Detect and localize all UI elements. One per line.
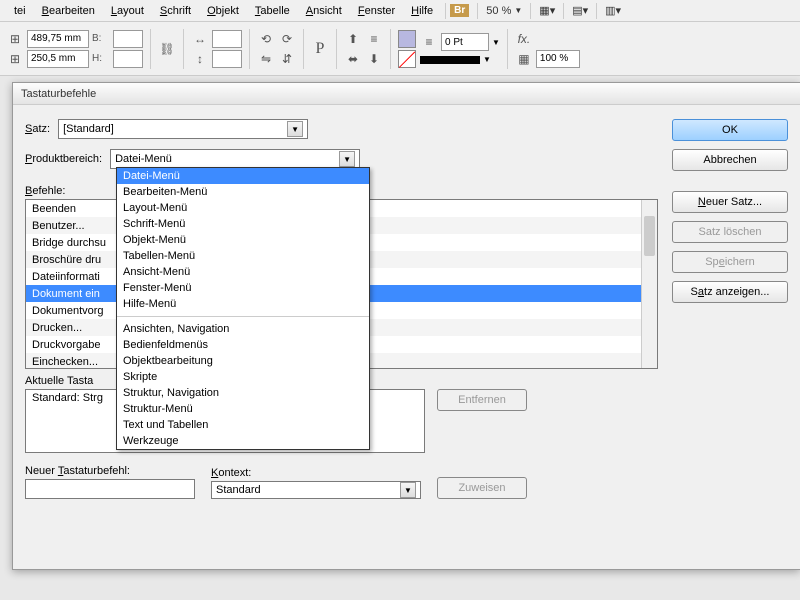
x-pos-field[interactable]: 489,75 mm: [27, 30, 89, 48]
control-toolbar: ⊞ 489,75 mm B: ⊞ 250,5 mm H: ⛓ ↔ ↕ ⟲ ⟳: [0, 22, 800, 76]
rotate-icon[interactable]: ⟲: [257, 30, 275, 48]
dropdown-option[interactable]: Schrift-Menü: [117, 216, 369, 232]
menu-hilfe[interactable]: Hilfe: [403, 2, 441, 20]
paragraph-icon[interactable]: P: [311, 40, 329, 58]
dropdown-option[interactable]: Bearbeiten-Menü: [117, 184, 369, 200]
menu-schrift[interactable]: Schrift: [152, 2, 199, 20]
scale-y-icon: ↕: [191, 50, 209, 68]
ok-button[interactable]: OK: [672, 119, 788, 141]
stroke-style-preview[interactable]: [420, 56, 480, 64]
dropdown-option[interactable]: Layout-Menü: [117, 200, 369, 216]
align-bot-icon[interactable]: ⬇: [365, 50, 383, 68]
abbrechen-button[interactable]: Abbrechen: [672, 149, 788, 171]
menu-layout[interactable]: Layout: [103, 2, 152, 20]
produktbereich-label: Produktbereich:: [25, 153, 102, 165]
opacity-icon: ▦: [515, 50, 533, 68]
scrollbar-thumb[interactable]: [644, 216, 655, 256]
view-mode-3[interactable]: ▥▾: [601, 4, 625, 17]
neuer-befehl-input[interactable]: [25, 479, 195, 499]
dropdown-option[interactable]: Datei-Menü: [117, 168, 369, 184]
neuer-satz-button[interactable]: Neuer Satz...: [672, 191, 788, 213]
neuer-befehl-label: Neuer Tastaturbefehl:: [25, 465, 195, 477]
scale-x-icon: ↔: [191, 30, 209, 48]
stroke-weight-field[interactable]: 0 Pt: [441, 33, 489, 51]
height-field[interactable]: [113, 50, 143, 68]
menu-tabelle[interactable]: Tabelle: [247, 2, 298, 20]
rotate-cw-icon[interactable]: ⟳: [278, 30, 296, 48]
zuweisen-button[interactable]: Zuweisen: [437, 477, 527, 499]
dropdown-option[interactable]: Text und Tabellen: [117, 417, 369, 433]
view-mode-2[interactable]: ▤▾: [568, 4, 592, 17]
width-label: B:: [92, 33, 110, 44]
stroke-weight-icon: ≡: [420, 33, 438, 51]
flip-h-icon[interactable]: ⇋: [257, 50, 275, 68]
x-pos-icon: ⊞: [6, 30, 24, 48]
dropdown-option[interactable]: Objektbearbeitung: [117, 353, 369, 369]
menubar: tei Bearbeiten Layout Schrift Objekt Tab…: [0, 0, 800, 22]
menu-bearbeiten[interactable]: Bearbeiten: [34, 2, 103, 20]
options-divider: [117, 316, 369, 317]
entfernen-button[interactable]: Entfernen: [437, 389, 527, 411]
menu-ansicht[interactable]: Ansicht: [298, 2, 350, 20]
dropdown-option[interactable]: Werkzeuge: [117, 433, 369, 449]
y-pos-icon: ⊞: [6, 50, 24, 68]
y-pos-field[interactable]: 250,5 mm: [27, 50, 89, 68]
align-top-icon[interactable]: ⬆: [344, 30, 362, 48]
scale-x-field[interactable]: [212, 30, 242, 48]
satz-label: Satz:: [25, 123, 50, 135]
menu-objekt[interactable]: Objekt: [199, 2, 247, 20]
dropdown-option[interactable]: Objekt-Menü: [117, 232, 369, 248]
kontext-dropdown[interactable]: Standard ▼: [211, 481, 421, 499]
dropdown-option[interactable]: Ansicht-Menü: [117, 264, 369, 280]
dropdown-option[interactable]: Ansichten, Navigation: [117, 321, 369, 337]
bridge-badge[interactable]: Br: [450, 4, 469, 17]
scale-y-field[interactable]: [212, 50, 242, 68]
link-icon[interactable]: ⛓: [158, 40, 176, 58]
dropdown-option[interactable]: Tabellen-Menü: [117, 248, 369, 264]
menu-fenster[interactable]: Fenster: [350, 2, 403, 20]
dropdown-arrow-icon: ▼: [287, 121, 303, 137]
align-mid-icon[interactable]: ⬌: [344, 50, 362, 68]
opacity-field[interactable]: 100 %: [536, 50, 580, 68]
fx-icon[interactable]: fx.: [515, 30, 533, 48]
flip-v-icon[interactable]: ⇵: [278, 50, 296, 68]
dropdown-arrow-icon: ▼: [339, 151, 355, 167]
satz-dropdown[interactable]: [Standard] ▼: [58, 119, 308, 139]
dropdown-option[interactable]: Bedienfeldmenüs: [117, 337, 369, 353]
dropdown-option[interactable]: Skripte: [117, 369, 369, 385]
dropdown-option[interactable]: Hilfe-Menü: [117, 296, 369, 312]
stroke-swatch[interactable]: [398, 50, 416, 68]
satz-anzeigen-button[interactable]: Satz anzeigen...: [672, 281, 788, 303]
dropdown-option[interactable]: Struktur, Navigation: [117, 385, 369, 401]
menu-datei[interactable]: tei: [6, 2, 34, 20]
produktbereich-dropdown[interactable]: Datei-Menü ▼: [110, 149, 360, 169]
zoom-level[interactable]: 50 % ▼: [482, 5, 526, 17]
satz-loeschen-button[interactable]: Satz löschen: [672, 221, 788, 243]
produktbereich-options-panel[interactable]: Datei-MenüBearbeiten-MenüLayout-MenüSchr…: [116, 167, 370, 450]
fill-swatch[interactable]: [398, 30, 416, 48]
speichern-button[interactable]: Speichern: [672, 251, 788, 273]
view-mode-1[interactable]: ▦▾: [535, 4, 559, 17]
scrollbar[interactable]: [641, 200, 657, 368]
kontext-label: Kontext:: [211, 467, 421, 479]
dropdown-arrow-icon: ▼: [400, 482, 416, 498]
width-field[interactable]: [113, 30, 143, 48]
dropdown-option[interactable]: Struktur-Menü: [117, 401, 369, 417]
height-label: H:: [92, 53, 110, 64]
dialog-title: Tastaturbefehle: [13, 83, 800, 105]
distribute-icon[interactable]: ≡: [365, 30, 383, 48]
dropdown-option[interactable]: Fenster-Menü: [117, 280, 369, 296]
